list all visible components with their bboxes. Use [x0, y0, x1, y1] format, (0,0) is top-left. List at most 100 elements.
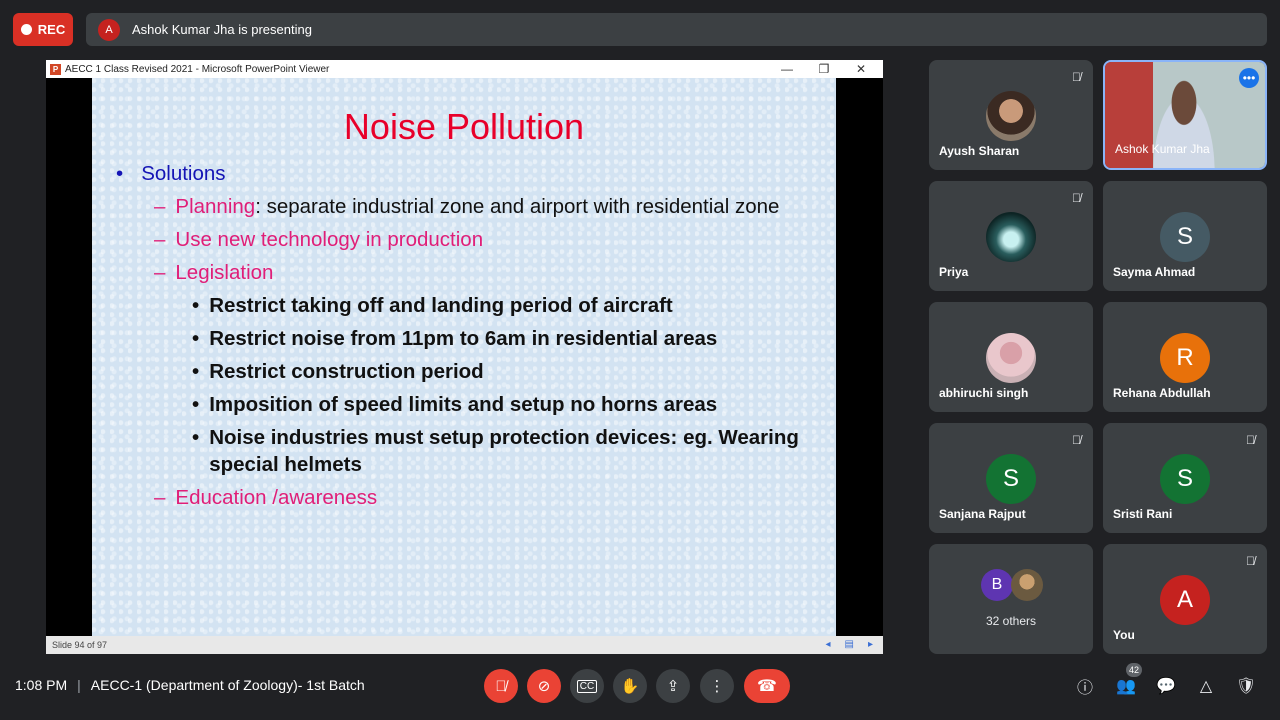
- mic-off-icon: 🎙̸: [1072, 70, 1081, 84]
- raise-hand-button[interactable]: ✋: [613, 669, 647, 703]
- item-technology: – Use new technology in production: [116, 226, 816, 253]
- present-button[interactable]: ⇪: [656, 669, 690, 703]
- slide-nav: ◂ ▤ ▸: [825, 639, 873, 650]
- participant-tile[interactable]: 🎙̸ S Sristi Rani: [1103, 423, 1267, 533]
- minimize-button[interactable]: —: [769, 60, 805, 78]
- camera-off-icon: ⊘: [537, 678, 551, 695]
- bullet-dot-icon: •: [192, 294, 200, 317]
- captions-icon: CC: [576, 679, 598, 693]
- ppt-titlebar: P AECC 1 Class Revised 2021 - Microsoft …: [46, 60, 883, 78]
- slide-menu-icon[interactable]: ▤: [845, 639, 854, 650]
- presenter-avatar: A: [98, 18, 120, 41]
- activities-icon[interactable]: △: [1195, 675, 1217, 697]
- participant-name: Rehana Abdullah: [1113, 386, 1211, 400]
- more-options-button[interactable]: ⋮: [700, 669, 734, 703]
- sub-item-text: Restrict taking off and landing period o…: [209, 294, 673, 317]
- sub-item: • Noise industries must setup protection …: [116, 424, 816, 478]
- sub-item: • Restrict noise from 11pm to 6am in resi…: [116, 325, 816, 352]
- dash-icon: –: [154, 228, 166, 251]
- bullet-dot-icon: •: [192, 327, 200, 350]
- slide-canvas: Noise Pollution • Solutions – Planning: …: [92, 78, 836, 636]
- next-slide-icon[interactable]: ▸: [868, 639, 873, 650]
- planning-label: Planning: [175, 195, 256, 218]
- item-education: – Education /awareness: [116, 484, 816, 511]
- bullet-dot-icon: •: [192, 360, 200, 383]
- mic-off-icon: 🎙̸: [1072, 191, 1081, 205]
- host-controls-icon[interactable]: 🛡: [1235, 675, 1257, 697]
- people-count-badge: 42: [1126, 663, 1143, 677]
- participant-tile[interactable]: 🎙̸ S Sanjana Rajput: [929, 423, 1093, 533]
- mic-off-icon: 🎙̸: [1072, 433, 1081, 447]
- avatar-initial: S: [1176, 465, 1193, 492]
- item-text: Use new technology in production: [175, 228, 484, 251]
- participant-name: Sanjana Rajput: [939, 507, 1026, 521]
- ppt-status-bar: Slide 94 of 97 ◂ ▤ ▸: [46, 636, 883, 654]
- bullet-dot-icon: •: [192, 426, 200, 449]
- bullet-solutions: • Solutions: [116, 160, 816, 187]
- avatar-initial: S: [1002, 465, 1019, 492]
- planning-text: : separate industrial zone and airport w…: [255, 195, 780, 218]
- avatar: [986, 333, 1036, 383]
- participant-tile[interactable]: abhiruchi singh: [929, 302, 1093, 412]
- mic-off-icon: 🎙̸: [1246, 554, 1255, 568]
- dash-icon: –: [154, 486, 166, 509]
- bullet-dot-icon: •: [192, 393, 200, 416]
- item-text: Legislation: [175, 261, 274, 284]
- separator: |: [77, 677, 81, 693]
- slide-title: Noise Pollution: [343, 106, 585, 147]
- close-button[interactable]: ✕: [843, 60, 879, 78]
- avatar: S: [1160, 212, 1210, 262]
- sub-item-text: Imposition of speed limits and setup no …: [209, 393, 718, 416]
- participant-tile[interactable]: S Sayma Ahmad: [1103, 181, 1267, 291]
- others-avatars: B: [981, 569, 1043, 601]
- participant-name: Sristi Rani: [1113, 507, 1173, 521]
- previous-slide-icon[interactable]: ◂: [825, 639, 830, 650]
- captions-button[interactable]: CC: [570, 669, 604, 703]
- sub-item: • Imposition of speed limits and setup no…: [116, 391, 816, 418]
- avatar: B: [981, 569, 1013, 601]
- participant-tile-self[interactable]: 🎙̸ A You: [1103, 544, 1267, 654]
- meeting-info: 1:08 PM | AECC-1 (Department of Zoology)…: [15, 677, 365, 693]
- hand-icon: ✋: [620, 678, 640, 695]
- avatar: R: [1160, 333, 1210, 383]
- bullet-dot-icon: •: [116, 162, 124, 185]
- participant-tile[interactable]: 🎙̸ Priya: [929, 181, 1093, 291]
- item-legislation: – Legislation: [116, 259, 816, 286]
- avatar-initial: R: [1176, 344, 1194, 371]
- rec-label: REC: [37, 22, 66, 37]
- participant-tile[interactable]: R Rehana Abdullah: [1103, 302, 1267, 412]
- avatar-initial: A: [1176, 586, 1193, 613]
- end-call-icon: ☎: [757, 678, 777, 695]
- mic-off-icon: 🎙̸: [495, 677, 507, 695]
- slide-body: • Solutions – Planning: separate industr…: [116, 160, 816, 517]
- participant-tile-video[interactable]: ••• Ashok Kumar Jha: [1103, 60, 1267, 170]
- participant-tile[interactable]: 🎙̸ Ayush Sharan: [929, 60, 1093, 170]
- restore-button[interactable]: ❐: [806, 60, 842, 78]
- participant-name: Ayush Sharan: [939, 144, 1020, 158]
- chat-icon[interactable]: 💬: [1155, 675, 1177, 697]
- current-time: 1:08 PM: [15, 677, 68, 693]
- leave-call-button[interactable]: ☎: [744, 669, 790, 703]
- presenting-text: Ashok Kumar Jha is presenting: [132, 22, 312, 37]
- presenting-banner: A Ashok Kumar Jha is presenting: [86, 13, 1267, 46]
- sub-item: • Restrict construction period: [116, 358, 816, 385]
- sub-item-text: Noise industries must setup protection d…: [209, 426, 799, 476]
- ppt-window-title: AECC 1 Class Revised 2021 - Microsoft Po…: [65, 63, 330, 75]
- meeting-details-icon[interactable]: ⓘ: [1074, 675, 1096, 697]
- participant-name: abhiruchi singh: [939, 386, 1029, 400]
- others-tile[interactable]: B 32 others: [929, 544, 1093, 654]
- mic-toggle-button[interactable]: 🎙̸: [484, 669, 518, 703]
- presentation-window: P AECC 1 Class Revised 2021 - Microsoft …: [46, 60, 883, 654]
- item-text: Education /awareness: [175, 486, 378, 509]
- record-dot-icon: [20, 24, 32, 35]
- present-screen-icon: ⇪: [666, 678, 680, 695]
- avatar: A: [1160, 575, 1210, 625]
- others-label: 32 others: [985, 614, 1037, 628]
- people-icon[interactable]: 👥: [1115, 675, 1137, 697]
- bullet-text: Solutions: [141, 162, 226, 185]
- sub-item-text: Restrict construction period: [209, 360, 484, 383]
- avatar: [986, 212, 1036, 262]
- more-options-icon[interactable]: •••: [1239, 68, 1259, 88]
- recording-indicator: REC: [13, 13, 73, 46]
- camera-toggle-button[interactable]: ⊘: [527, 669, 561, 703]
